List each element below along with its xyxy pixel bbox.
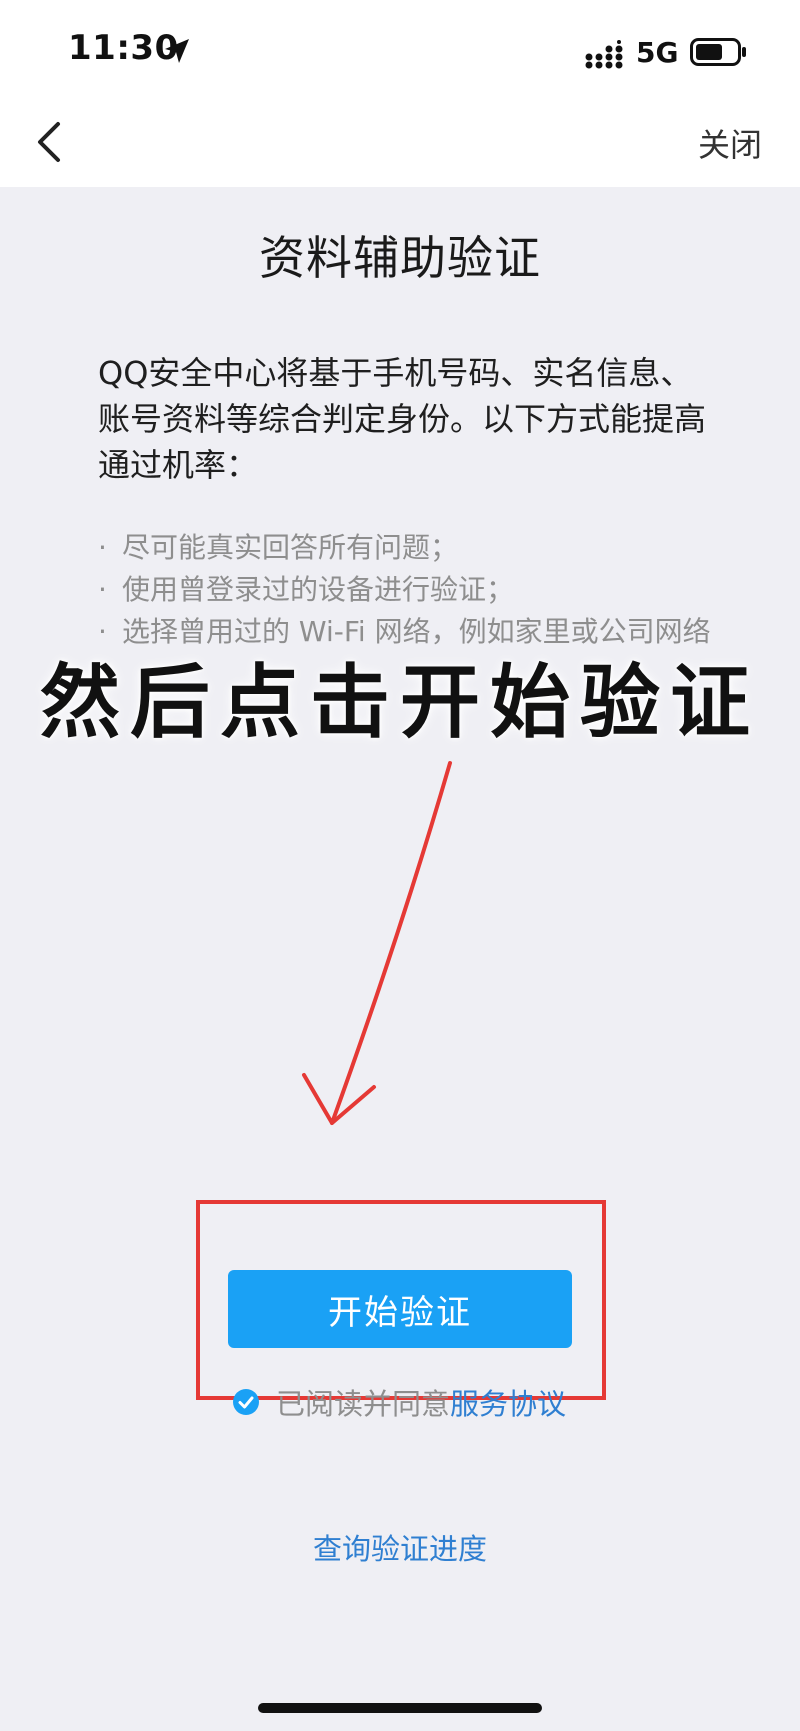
agreement-text: 已阅读并同意 bbox=[276, 1387, 451, 1421]
home-indicator[interactable] bbox=[258, 1703, 542, 1713]
signal-icon bbox=[585, 40, 623, 69]
overlay-caption: 然后点击开始验证 bbox=[40, 656, 760, 749]
chevron-left-icon bbox=[38, 122, 60, 162]
tip-text: 使用曾登录过的设备进行验证； bbox=[122, 573, 515, 606]
network-label: 5G bbox=[636, 36, 679, 69]
list-item: · 使用曾登录过的设备进行验证； bbox=[98, 569, 738, 611]
intro-text: QQ安全中心将基于手机号码、实名信息、账号资料等综合判定身份。以下方式能提高通过… bbox=[98, 354, 707, 484]
page-title: 资料辅助验证 bbox=[259, 231, 541, 285]
nav-bar: 关闭 bbox=[0, 100, 800, 187]
tip-text: 尽可能真实回答所有问题； bbox=[122, 531, 459, 564]
annotation-arrow-icon bbox=[302, 761, 452, 1125]
back-button[interactable] bbox=[18, 112, 78, 172]
query-progress-link[interactable]: 查询验证进度 bbox=[0, 1526, 800, 1568]
status-bar: 11:30 5G bbox=[0, 0, 800, 100]
location-arrow-icon bbox=[165, 39, 189, 63]
list-item: · 尽可能真实回答所有问题； bbox=[98, 527, 738, 569]
close-button[interactable]: 关闭 bbox=[698, 120, 762, 166]
checkbox-checked-icon[interactable] bbox=[232, 1388, 260, 1416]
battery-icon bbox=[690, 38, 746, 66]
agreement-row: 已阅读并同意 服务协议 bbox=[232, 1380, 566, 1424]
tips-list: · 尽可能真实回答所有问题； · 使用曾登录过的设备进行验证； · 选择曾用过的 Wi… bbox=[98, 527, 738, 653]
start-verification-button[interactable]: 开始验证 bbox=[228, 1270, 572, 1348]
service-agreement-link[interactable]: 服务协议 bbox=[450, 1381, 566, 1423]
